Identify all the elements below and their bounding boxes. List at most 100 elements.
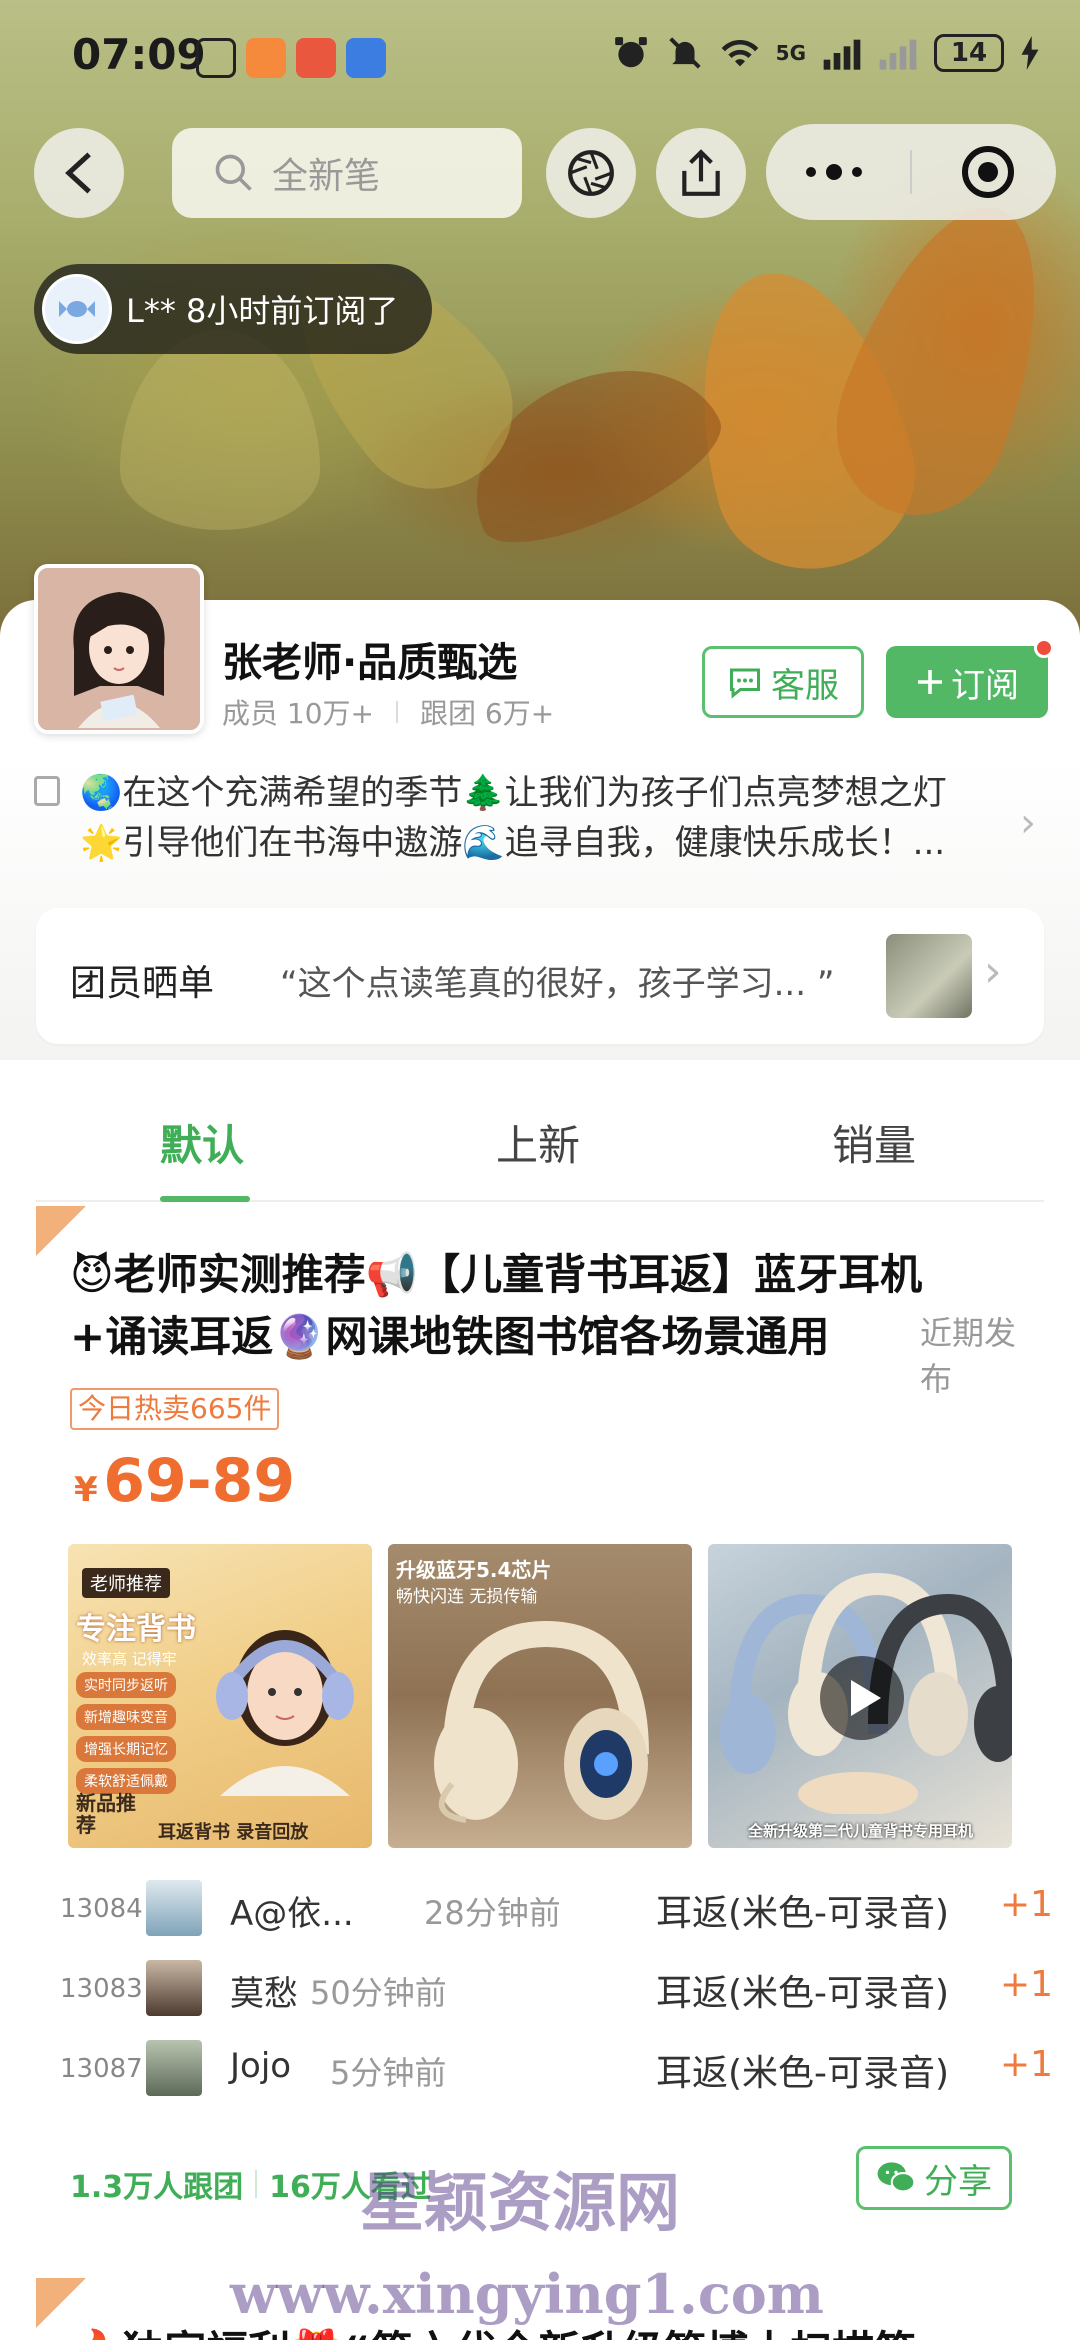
notification-dot bbox=[1034, 638, 1054, 658]
order-qty: +1 bbox=[1000, 2044, 1054, 2085]
play-video-button[interactable] bbox=[820, 1656, 904, 1740]
members-count: 成员 10万+ bbox=[222, 697, 374, 730]
order-number: 13084 bbox=[60, 1894, 143, 1924]
review-quote: “这个点读笔真的很好，孩子学习... ” bbox=[280, 964, 835, 1004]
search-placeholder: 全新笔 bbox=[272, 156, 381, 197]
image2-headline: 升级蓝牙5.4芯片 bbox=[396, 1558, 552, 1582]
wifi-icon bbox=[721, 39, 758, 67]
buyer-name: 莫愁 bbox=[230, 1974, 298, 2014]
order-time: 5分钟前 bbox=[330, 2054, 447, 2092]
alarm-icon bbox=[614, 37, 647, 68]
order-item: 耳返(米色-可录音) bbox=[656, 1893, 950, 1934]
document-icon bbox=[34, 776, 60, 806]
buyer-avatar bbox=[146, 1880, 202, 1936]
aperture-icon bbox=[568, 150, 614, 196]
product-image-3[interactable]: 全新升级第二代儿童背书专用耳机 bbox=[708, 1544, 1012, 1848]
status-bar: 07:09 5G 14 bbox=[0, 0, 1080, 120]
image1-features: 实时同步返听 新增趣味变音 增强长期记忆 柔软舒适佩戴 bbox=[76, 1672, 176, 1794]
tab-sales[interactable]: 销量 bbox=[832, 1112, 916, 1173]
battery-indicator: 14 bbox=[934, 34, 1004, 72]
order-time: 50分钟前 bbox=[310, 1974, 447, 2012]
currency-symbol: ¥ bbox=[74, 1470, 98, 1510]
stats-divider bbox=[255, 2170, 258, 2198]
shop-intro[interactable]: 🌏在这个充满希望的季节🌲让我们为孩子们点亮梦想之灯 🌟引导他们在书海中遨游🌊追寻… bbox=[80, 768, 1000, 868]
meta-divider bbox=[396, 701, 398, 723]
product-image-2[interactable]: 升级蓝牙5.4芯片 畅快闪连 无损传输 bbox=[388, 1544, 692, 1848]
nfc-icon bbox=[196, 38, 236, 78]
subscribe-notice: L** 8小时前订阅了 bbox=[34, 264, 433, 354]
order-qty: +1 bbox=[1000, 1884, 1054, 1925]
shop-avatar[interactable] bbox=[34, 564, 204, 734]
buyer-avatar bbox=[146, 2040, 202, 2096]
miniapp-capsule bbox=[766, 124, 1056, 220]
product-price: ¥ 69-89 bbox=[74, 1446, 295, 1516]
order-item: 耳返(米色-可录音) bbox=[656, 2053, 950, 2094]
search-icon bbox=[215, 154, 252, 191]
watermark-title: 星颖资源网 bbox=[360, 2166, 680, 2241]
feature-pill: 新增趣味变音 bbox=[76, 1704, 176, 1730]
chevron-right-icon[interactable]: › bbox=[1020, 800, 1036, 846]
buyer-avatar bbox=[146, 1960, 202, 2016]
chat-bubble-icon bbox=[730, 668, 760, 699]
active-tab-indicator bbox=[160, 1196, 250, 1202]
share-label: 分享 bbox=[924, 2161, 992, 2202]
more-dot-icon bbox=[826, 164, 842, 180]
product-title-line-2: +诵读耳返🔮网课地铁图书馆各场景通用 bbox=[70, 1312, 830, 1361]
order-number: 13087 bbox=[60, 2054, 143, 2084]
network-type: 5G bbox=[775, 41, 806, 65]
sort-tabs: 默认 上新 销量 bbox=[36, 1068, 1044, 1202]
back-button[interactable] bbox=[34, 128, 124, 218]
chevron-right-icon: › bbox=[984, 946, 1002, 997]
app-heart-icon bbox=[246, 38, 286, 78]
status-right: 5G 14 bbox=[612, 34, 1040, 72]
order-row: 13087 Jojo 5分钟前 耳返(米色-可录音) +1 bbox=[60, 2034, 1053, 2098]
close-miniapp-button[interactable] bbox=[962, 146, 1014, 198]
product-image-1[interactable]: 老师推荐 专注背书 效率高 记得牢 实时同步返听 新增趣味变音 增强长期记忆 柔… bbox=[68, 1544, 372, 1848]
image1-corner: 新品推荐 bbox=[76, 1791, 136, 1837]
order-time: 28分钟前 bbox=[424, 1894, 561, 1932]
teacher-avatar-illustration bbox=[38, 568, 200, 730]
wechat-icon bbox=[877, 2162, 916, 2193]
charging-icon bbox=[1021, 36, 1039, 70]
camera-aperture-button[interactable] bbox=[546, 128, 636, 218]
chevron-left-icon bbox=[65, 152, 91, 194]
share-top-button[interactable] bbox=[656, 128, 746, 218]
more-button[interactable] bbox=[806, 154, 906, 190]
joined-count: 1.3万人跟团 bbox=[70, 2170, 244, 2205]
member-reviews-card[interactable]: 团员晒单 “这个点读笔真的很好，孩子学习... ” › bbox=[36, 908, 1044, 1044]
shop-meta: 成员 10万+ 跟团 6万+ bbox=[222, 692, 554, 732]
more-dot-icon bbox=[806, 167, 816, 177]
subscribe-button[interactable]: 订阅 bbox=[886, 646, 1048, 718]
more-dot-icon bbox=[852, 167, 862, 177]
buyer-name: A@依... bbox=[230, 1894, 354, 1934]
subscriber-avatar bbox=[42, 274, 112, 344]
followers-count: 跟团 6万+ bbox=[420, 697, 555, 730]
customer-service-button[interactable]: 客服 bbox=[702, 646, 864, 718]
product-title[interactable]: 😈老师实测推荐📢【儿童背书耳返】蓝牙耳机 +诵读耳返🔮网课地铁图书馆各场景通用 bbox=[70, 1244, 1010, 1368]
order-row: 13083 莫愁 50分钟前 耳返(米色-可录音) +1 bbox=[60, 1954, 1053, 2018]
buyer-name: Jojo bbox=[230, 2046, 292, 2086]
signal-2-icon bbox=[879, 39, 917, 70]
tab-new[interactable]: 上新 bbox=[496, 1112, 580, 1173]
review-thumbnail bbox=[886, 934, 972, 1018]
price-value: 69-89 bbox=[103, 1446, 296, 1516]
headphones-illustration bbox=[434, 1620, 649, 1823]
search-bar[interactable]: 全新笔 bbox=[172, 128, 522, 218]
order-row: 13084 A@依... 28分钟前 耳返(米色-可录音) +1 bbox=[60, 1874, 1053, 1938]
order-qty: +1 bbox=[1000, 1964, 1054, 2005]
candy-icon bbox=[59, 301, 95, 317]
image1-headline: 专注背书 bbox=[76, 1612, 196, 1647]
feature-pill: 实时同步返听 bbox=[76, 1672, 176, 1698]
tab-default[interactable]: 默认 bbox=[160, 1112, 244, 1173]
customer-service-label: 客服 bbox=[771, 665, 839, 706]
share-upload-icon bbox=[682, 149, 720, 196]
mute-bell-icon bbox=[669, 37, 701, 69]
order-item: 耳返(米色-可录音) bbox=[656, 1973, 950, 2014]
child-with-headphones-illustration bbox=[216, 1630, 354, 1796]
image1-footer: 耳返背书 录音回放 bbox=[158, 1822, 309, 1843]
intro-line-2: 🌟引导他们在书海中遨游🌊追寻自我，健康快乐成长！... bbox=[80, 823, 946, 863]
hot-sale-badge: 今日热卖665件 bbox=[70, 1388, 280, 1430]
order-number: 13083 bbox=[60, 1974, 143, 2004]
capsule-divider bbox=[910, 150, 912, 194]
share-button[interactable]: 分享 bbox=[856, 2146, 1012, 2210]
